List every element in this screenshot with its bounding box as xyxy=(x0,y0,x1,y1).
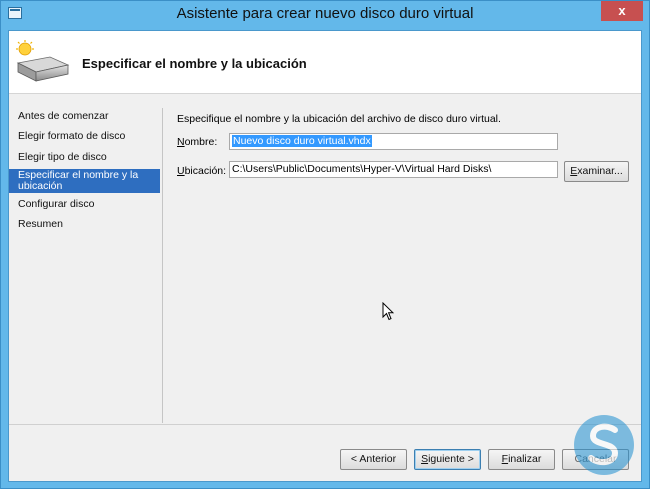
finish-label: inalizar xyxy=(508,453,542,465)
previous-button[interactable]: < Anterior xyxy=(340,449,407,470)
wizard-header: Especificar el nombre y la ubicación xyxy=(9,31,641,94)
wizard-window: Asistente para crear nuevo disco duro vi… xyxy=(0,0,650,489)
name-input[interactable]: Nuevo disco duro virtual.vhdx xyxy=(229,133,558,150)
next-label: iguiente > xyxy=(428,453,474,465)
disk-drive-icon xyxy=(16,40,70,82)
name-label-text: ombre: xyxy=(184,136,218,148)
footer-divider xyxy=(9,424,641,425)
nav-item-configurar-disco[interactable]: Configurar disco xyxy=(9,199,160,213)
nav-item-especificar-nombre[interactable]: Especificar el nombre y la ubicación xyxy=(9,169,160,193)
close-button[interactable]: x xyxy=(601,1,643,21)
browse-button[interactable]: Examinar... xyxy=(564,161,629,182)
nav-divider xyxy=(162,108,163,423)
location-label: Ubicación: xyxy=(177,165,226,177)
finish-button[interactable]: Finalizar xyxy=(488,449,555,470)
nav-item-elegir-formato[interactable]: Elegir formato de disco xyxy=(9,131,160,145)
location-label-mnemonic: U xyxy=(177,165,185,177)
title-bar[interactable]: Asistente para crear nuevo disco duro vi… xyxy=(1,1,649,29)
location-label-text: bicación: xyxy=(184,165,227,177)
instructions-text: Especifique el nombre y la ubicación del… xyxy=(177,113,501,125)
mouse-cursor-icon xyxy=(382,302,394,321)
nav-item-elegir-tipo[interactable]: Elegir tipo de disco xyxy=(9,152,160,166)
window-title: Asistente para crear nuevo disco duro vi… xyxy=(176,5,474,22)
name-label-mnemonic: N xyxy=(177,136,185,148)
wizard-steps-nav: Antes de comenzar Elegir formato de disc… xyxy=(9,94,162,424)
page-title: Especificar el nombre y la ubicación xyxy=(82,56,307,71)
wizard-client-area: Especificar el nombre y la ubicación Ant… xyxy=(8,30,642,482)
nav-item-antes-de-comenzar[interactable]: Antes de comenzar xyxy=(9,111,160,125)
name-input-value: Nuevo disco duro virtual.vhdx xyxy=(232,135,372,147)
watermark-logo-icon xyxy=(574,415,634,475)
location-input[interactable]: C:\Users\Public\Documents\Hyper-V\Virtua… xyxy=(229,161,558,178)
browse-label: xaminar... xyxy=(577,165,623,177)
next-button[interactable]: Siguiente > xyxy=(414,449,481,470)
nav-item-resumen[interactable]: Resumen xyxy=(9,219,160,233)
name-label: Nombre: xyxy=(177,136,217,148)
